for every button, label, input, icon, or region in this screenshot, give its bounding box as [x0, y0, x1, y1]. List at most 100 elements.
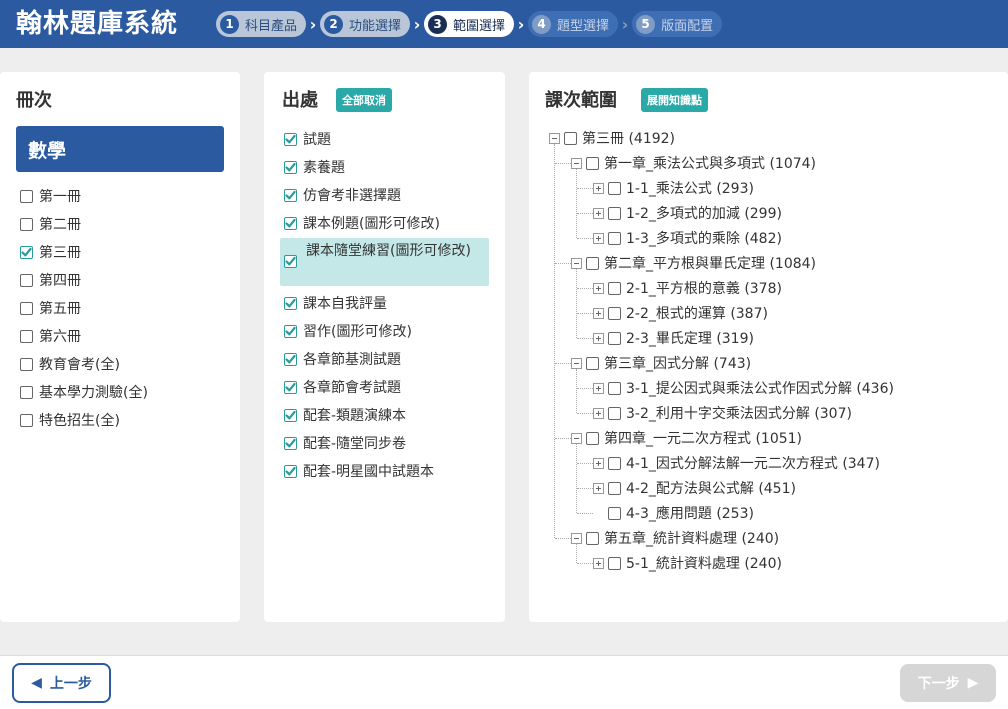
tree-lesson-node[interactable]: 2-3_畢氏定理 (319) [593, 328, 754, 348]
collapse-icon[interactable] [549, 132, 560, 144]
tree-chapter-node[interactable]: 第一章_乘法公式與多項式 (1074) [571, 153, 816, 173]
tree-chapter-node[interactable]: 第三章_因式分解 (743) [571, 353, 751, 373]
checkbox-checked[interactable] [284, 216, 297, 230]
step-3[interactable]: 3 範圍選擇 [424, 11, 515, 37]
book-item[interactable]: 第一冊 [20, 186, 81, 206]
tree-lesson-node[interactable]: 4-2_配方法與公式解 (451) [593, 478, 796, 498]
checkbox[interactable] [20, 329, 33, 343]
tree-lesson-node[interactable]: 4-1_因式分解法解一元二次方程式 (347) [593, 453, 880, 473]
source-item[interactable] [284, 255, 303, 268]
expand-icon[interactable] [593, 182, 604, 194]
checkbox-checked[interactable] [284, 380, 297, 394]
tree-chapter-node[interactable]: 第二章_平方根與畢氏定理 (1084) [571, 253, 816, 273]
checkbox[interactable] [20, 301, 33, 315]
source-item[interactable]: 課本自我評量 [284, 293, 387, 313]
source-item[interactable]: 習作(圖形可修改) [284, 321, 412, 341]
checkbox[interactable] [586, 356, 599, 370]
source-item[interactable]: 各章節基測試題 [284, 349, 401, 369]
checkbox[interactable] [20, 413, 33, 427]
next-button[interactable]: 下一步 ▶ [900, 664, 996, 702]
tree-lesson-node[interactable]: 1-2_多項式的加減 (299) [593, 203, 782, 223]
source-item[interactable]: 仿會考非選擇題 [284, 185, 401, 205]
book-item[interactable]: 第三冊 [20, 242, 81, 262]
checkbox-checked[interactable] [284, 160, 297, 174]
tree-book-node[interactable]: 第三冊 (4192) [549, 128, 675, 148]
checkbox[interactable] [586, 156, 599, 170]
checkbox[interactable] [608, 506, 621, 520]
expand-icon[interactable] [593, 307, 604, 319]
checkbox[interactable] [608, 306, 621, 320]
expand-icon[interactable] [593, 332, 604, 344]
checkbox[interactable] [586, 431, 599, 445]
checkbox[interactable] [20, 217, 33, 231]
expand-icon[interactable] [593, 407, 604, 419]
collapse-icon[interactable] [571, 432, 582, 444]
tree-lesson-node[interactable]: 3-2_利用十字交乘法因式分解 (307) [593, 403, 852, 423]
checkbox[interactable] [586, 256, 599, 270]
checkbox[interactable] [586, 531, 599, 545]
book-item[interactable]: 特色招生(全) [20, 410, 120, 430]
checkbox[interactable] [564, 131, 577, 145]
tree-lesson-node[interactable]: 2-1_平方根的意義 (378) [593, 278, 782, 298]
book-item[interactable]: 第二冊 [20, 214, 81, 234]
checkbox-checked[interactable] [284, 352, 297, 366]
checkbox[interactable] [608, 406, 621, 420]
checkbox[interactable] [608, 381, 621, 395]
expand-icon[interactable] [593, 482, 604, 494]
source-item[interactable]: 配套-類題演練本 [284, 405, 406, 425]
expand-icon[interactable] [593, 282, 604, 294]
checkbox[interactable] [20, 385, 33, 399]
step-2[interactable]: 2 功能選擇 [320, 11, 411, 37]
checkbox-checked[interactable] [284, 132, 297, 146]
source-item[interactable]: 課本例題(圖形可修改) [284, 213, 440, 233]
tree-lesson-node[interactable]: 1-1_乘法公式 (293) [593, 178, 754, 198]
book-item[interactable]: 基本學力測驗(全) [20, 382, 148, 402]
expand-knowledge-button[interactable]: 展開知識點 [641, 88, 708, 112]
checkbox[interactable] [608, 456, 621, 470]
checkbox[interactable] [608, 331, 621, 345]
expand-icon[interactable] [593, 382, 604, 394]
source-item[interactable]: 配套-隨堂同步卷 [284, 433, 406, 453]
tree-lesson-node[interactable]: 5-1_統計資料處理 (240) [593, 553, 782, 573]
book-item[interactable]: 第四冊 [20, 270, 81, 290]
checkbox[interactable] [608, 231, 621, 245]
checkbox[interactable] [608, 556, 621, 570]
book-item[interactable]: 第六冊 [20, 326, 81, 346]
source-item[interactable]: 素養題 [284, 157, 345, 177]
checkbox[interactable] [608, 181, 621, 195]
checkbox-checked[interactable] [284, 464, 297, 478]
checkbox-checked[interactable] [284, 436, 297, 450]
step-1[interactable]: 1 科目產品 [216, 11, 307, 37]
checkbox[interactable] [608, 481, 621, 495]
collapse-icon[interactable] [571, 157, 582, 169]
checkbox[interactable] [20, 357, 33, 371]
source-item[interactable]: 各章節會考試題 [284, 377, 401, 397]
expand-icon[interactable] [593, 557, 604, 569]
tree-lesson-node[interactable]: 1-3_多項式的乘除 (482) [593, 228, 782, 248]
collapse-icon[interactable] [571, 257, 582, 269]
tree-lesson-node[interactable]: 4-3_應用問題 (253) [593, 503, 754, 523]
source-item[interactable]: 配套-明星國中試題本 [284, 461, 434, 481]
checkbox[interactable] [608, 281, 621, 295]
collapse-icon[interactable] [571, 357, 582, 369]
expand-icon[interactable] [593, 232, 604, 244]
prev-button[interactable]: ◀ 上一步 [12, 663, 111, 703]
tree-chapter-node[interactable]: 第四章_一元二次方程式 (1051) [571, 428, 802, 448]
expand-icon[interactable] [593, 207, 604, 219]
checkbox[interactable] [608, 206, 621, 220]
source-item[interactable]: 試題 [284, 129, 331, 149]
checkbox-checked[interactable] [284, 255, 297, 268]
subject-button[interactable]: 數學 [16, 126, 224, 172]
tree-chapter-node[interactable]: 第五章_統計資料處理 (240) [571, 528, 779, 548]
checkbox-checked[interactable] [284, 324, 297, 338]
checkbox-checked[interactable] [20, 245, 33, 259]
checkbox[interactable] [20, 273, 33, 287]
expand-icon[interactable] [593, 457, 604, 469]
checkbox-checked[interactable] [284, 188, 297, 202]
book-item[interactable]: 第五冊 [20, 298, 81, 318]
collapse-icon[interactable] [571, 532, 582, 544]
tree-lesson-node[interactable]: 2-2_根式的運算 (387) [593, 303, 768, 323]
deselect-all-button[interactable]: 全部取消 [336, 88, 392, 112]
checkbox[interactable] [20, 189, 33, 203]
checkbox-checked[interactable] [284, 296, 297, 310]
